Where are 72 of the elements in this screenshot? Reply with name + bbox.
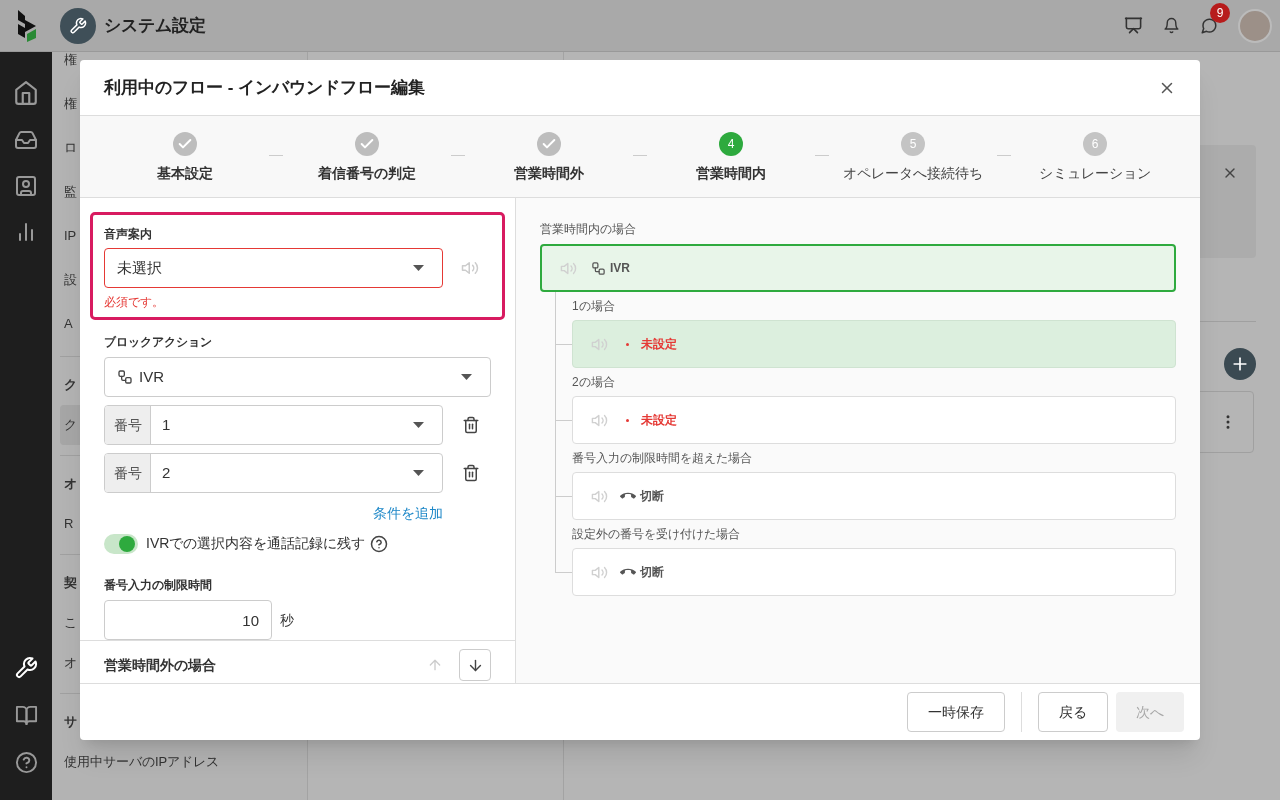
- action-label: 切断: [640, 488, 664, 505]
- page-title: システム設定: [104, 14, 206, 37]
- book-icon[interactable]: [14, 704, 38, 727]
- flow-block[interactable]: 切断: [572, 548, 1176, 596]
- contact-card-icon[interactable]: [14, 174, 38, 198]
- presentation-board-icon[interactable]: [1124, 16, 1143, 35]
- add-condition-link[interactable]: 条件を追加: [373, 503, 443, 524]
- flow-diagram-icon: [117, 369, 133, 385]
- caret-icon: [413, 470, 424, 476]
- help-icon[interactable]: [14, 751, 38, 774]
- caret-icon: [413, 422, 424, 428]
- block-action-select[interactable]: IVR: [104, 357, 491, 397]
- unit-label: 秒: [280, 610, 294, 630]
- field-label: ブロックアクション: [104, 334, 213, 351]
- logo-icon: [15, 9, 37, 42]
- number-select[interactable]: 番号 1: [104, 405, 443, 445]
- step-number: 4: [719, 132, 743, 156]
- action-label: 未設定: [641, 412, 677, 429]
- field-label: 番号入力の制限時間: [104, 577, 213, 594]
- voice-guide-select[interactable]: 未選択: [104, 248, 443, 288]
- footer-button[interactable]: 戻る: [1038, 692, 1108, 732]
- nav-section-title: ク: [64, 376, 77, 395]
- error-message: 必須です。: [104, 294, 165, 311]
- step-label: 営業時間外: [514, 164, 584, 183]
- branch-label: 番号入力の制限時間を超えた場合: [572, 450, 753, 467]
- modal-title: 利用中のフロー - インバウンドフロー編集: [104, 76, 426, 99]
- footer-button[interactable]: 一時保存: [907, 692, 1005, 732]
- toggle-label: IVRでの選択内容を通話記録に残す: [146, 534, 366, 553]
- tools-icon[interactable]: [14, 656, 38, 680]
- help-icon[interactable]: [370, 534, 389, 553]
- step-label: 着信番号の判定: [318, 164, 416, 183]
- flow-block[interactable]: IVR: [540, 244, 1176, 292]
- action-label: 切断: [640, 564, 664, 581]
- branch-label: 2の場合: [572, 374, 616, 391]
- input-addon: 番号: [105, 454, 151, 492]
- branch-label: 1の場合: [572, 298, 616, 315]
- bell-icon[interactable]: [1163, 17, 1180, 34]
- caret-icon: [413, 265, 424, 271]
- action-label: 未設定: [641, 336, 677, 353]
- inbox-icon[interactable]: [14, 128, 38, 152]
- add-button[interactable]: [1224, 348, 1256, 380]
- toggle-switch[interactable]: [104, 533, 138, 554]
- tools-badge-icon: [60, 7, 96, 44]
- step-number: 6: [1083, 132, 1107, 156]
- home-icon[interactable]: [13, 80, 39, 106]
- branch-label: 設定外の番号を受け付けた場合: [572, 526, 741, 543]
- notification-badge: 9: [1210, 2, 1230, 23]
- nav-section-title: サ: [64, 713, 77, 732]
- caret-icon: [461, 374, 472, 380]
- flow-block[interactable]: 未設定: [572, 320, 1176, 368]
- action-label: IVR: [610, 260, 630, 277]
- flow-block[interactable]: 切断: [572, 472, 1176, 520]
- nav-section-title: オ: [64, 475, 77, 494]
- flow-title: 営業時間内の場合: [540, 221, 637, 238]
- field-label: 音声案内: [104, 226, 153, 243]
- timeout-input[interactable]: 10: [104, 600, 272, 640]
- flow-diagram-icon: [591, 260, 606, 276]
- step-label: シミュレーション: [1039, 164, 1151, 183]
- chat-icon[interactable]: [1200, 16, 1218, 35]
- section-title: 営業時間外の場合: [104, 655, 216, 675]
- move-down-button[interactable]: [459, 649, 491, 681]
- nav-item[interactable]: 使用中サーバのIPアドレス: [60, 742, 299, 782]
- nav-section-title: 契: [64, 574, 77, 593]
- input-addon: 番号: [105, 406, 151, 444]
- step-label: 営業時間内: [696, 164, 766, 183]
- trash-icon[interactable]: [462, 464, 480, 482]
- step-number: 5: [901, 132, 925, 156]
- flow-block[interactable]: 未設定: [572, 396, 1176, 444]
- step-label: オペレータへ接続待ち: [843, 164, 983, 183]
- number-select[interactable]: 番号 2: [104, 453, 443, 493]
- step-label: 基本設定: [157, 164, 213, 183]
- trash-icon[interactable]: [462, 416, 480, 434]
